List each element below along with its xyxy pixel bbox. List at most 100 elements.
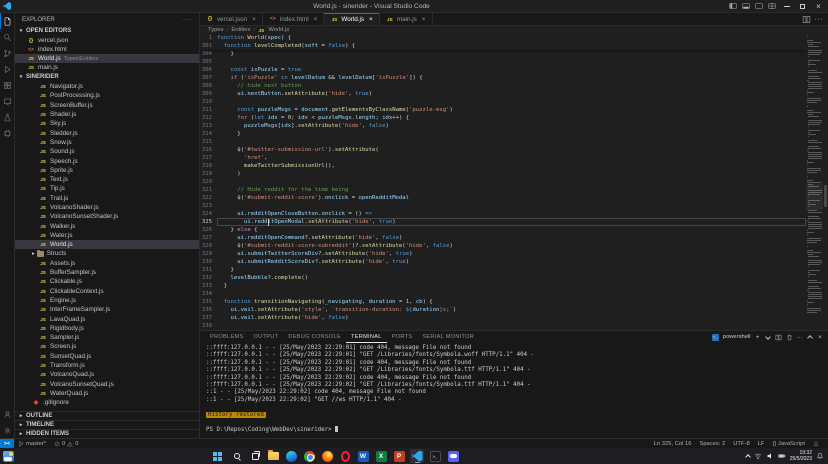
code-line-311[interactable]: 311 const puzzleMsgs = document.getEleme… [200,106,806,114]
sidebar-section-timeline[interactable]: ▸TIMELINE [15,420,199,429]
tree-item-Text.js[interactable]: JSText.js [15,175,199,184]
tree-item-Sprite.js[interactable]: JSSprite.js [15,166,199,175]
tree-item-Walker.js[interactable]: JSWalker.js [15,221,199,230]
tree-item-Sledder.js[interactable]: JSSledder.js [15,128,199,137]
activitybar-testing-icon[interactable] [0,109,14,125]
tree-item-Sampler.js[interactable]: JSSampler.js [15,333,199,342]
activitybar-search-icon[interactable] [0,29,14,45]
taskbar-powerpoint-icon[interactable]: P [392,449,406,463]
tree-item-Snow.js[interactable]: JSSnow.js [15,138,199,147]
sidebar-section-outline[interactable]: ▸OUTLINE [15,411,199,420]
account-icon[interactable] [0,406,14,422]
code-line-332[interactable]: 332 levelBubble?.complete() [200,274,806,282]
tree-item-WaterQuad.js[interactable]: JSWaterQuad.js [15,389,199,398]
tree-item-Shader.js[interactable]: JSShader.js [15,110,199,119]
tree-item-VolcanoShader.js[interactable]: JSVolcanoShader.js [15,203,199,212]
code-line-329[interactable]: 329 ui.submitTwitterScoreDiv?.setAttribu… [200,250,806,258]
taskbar-start-icon[interactable] [212,449,226,463]
sidebar-section-hidden-items[interactable]: ▸HIDDEN ITEMS [15,429,199,438]
code-line-316[interactable]: 316 $('#twitter-submission-url').setAttr… [200,146,806,154]
activitybar-run-debug-icon[interactable] [0,61,14,77]
code-line-334[interactable]: 334 [200,290,806,298]
git-branch-item[interactable]: master* [14,439,50,448]
code-line-306[interactable]: 306 const isPuzzle = true [200,66,806,74]
scrollbar-thumb[interactable] [824,185,827,207]
code-line-335[interactable]: 335 function transitionNavigating(_navig… [200,298,806,306]
tree-item-Speech.js[interactable]: JSSpeech.js [15,156,199,165]
panel-tab-ports[interactable]: PORTS [387,331,418,343]
code-line-322[interactable]: 322 $('#submit-reddit-score').onclick = … [200,194,806,202]
split-editor-icon[interactable] [802,15,811,24]
tree-item-BufferSampler.js[interactable]: JSBufferSampler.js [15,268,199,277]
taskbar-edge-icon[interactable] [284,449,298,463]
close-icon[interactable]: × [369,16,373,23]
gear-icon[interactable] [0,422,14,438]
tree-item-VolcanoQuad.js[interactable]: JSVolcanoQuad.js [15,370,199,379]
taskbar-word-icon[interactable]: W [356,449,370,463]
code-line-314[interactable]: 314 } [200,130,806,138]
tree-item-SunsetQuad.js[interactable]: JSSunsetQuad.js [15,352,199,361]
code-editor[interactable]: 1function World(spec) {301 function leve… [200,34,828,330]
taskbar-chrome-icon[interactable] [302,449,316,463]
taskbar-terminal-icon[interactable]: >_ [428,449,442,463]
tree-item-.gitignore[interactable]: ◆.gitignore [15,398,199,407]
code-line-326[interactable]: 326 } else { [200,226,806,234]
code-line-307[interactable]: 307 if ('isPuzzle' in levelDatum && leve… [200,74,806,82]
code-line-309[interactable]: 309 ui.nextButton.setAttribute('hide', t… [200,90,806,98]
code-line-301[interactable]: 301 function levelCompleted(soft = false… [200,42,806,50]
tree-item-Sound.js[interactable]: JSSound.js [15,147,199,156]
statusbar-cursor-position[interactable]: Ln 325, Col 16 [650,439,696,448]
tree-item-Sky.js[interactable]: JSSky.js [15,119,199,128]
code-line-1[interactable]: 1function World(spec) { [200,34,806,42]
tree-item-Tip.js[interactable]: JSTip.js [15,184,199,193]
tree-item-Assets.js[interactable]: JSAssets.js [15,259,199,268]
taskbar-file-explorer-icon[interactable] [266,449,280,463]
code-line-328[interactable]: 328 $('#submit-reddit-score-subreddit')?… [200,242,806,250]
close-icon[interactable]: × [252,16,256,23]
minimap[interactable] [806,34,823,330]
taskbar-vscode-icon[interactable] [410,449,424,463]
toggle-secondary-sidebar-icon[interactable] [753,0,765,12]
statusbar-eol[interactable]: LF [754,439,769,448]
wifi-icon[interactable] [754,452,762,460]
tree-item-LavaQuad.js[interactable]: JSLavaQuad.js [15,314,199,323]
taskbar-discord-icon[interactable] [446,449,460,463]
code-line-317[interactable]: 317 'href', [200,154,806,162]
open-editors-header[interactable]: ▾ OPEN EDITORS [15,26,199,36]
open-editor-World.js[interactable]: JSWorld.jsTypes\Entities [15,54,199,63]
weather-widget[interactable] [3,451,14,462]
tree-item-Transform.js[interactable]: JSTransform.js [15,361,199,370]
panel-tab-problems[interactable]: PROBLEMS [205,331,249,343]
activitybar-explorer-icon[interactable] [0,13,14,29]
close-button[interactable]: × [811,0,826,13]
tree-item-Trail.js[interactable]: JSTrail.js [15,194,199,203]
taskbar-task-view-icon[interactable] [248,449,262,463]
code-line-338[interactable]: 338 [200,322,806,330]
toggle-panel-icon[interactable] [740,0,752,12]
tree-item-ScreenBuffer.js[interactable]: JSScreenBuffer.js [15,101,199,110]
activitybar-serial-monitor-icon[interactable] [0,125,14,141]
code-line-330[interactable]: 330 ui.submitRedditScoreDiv?.setAttribut… [200,258,806,266]
close-icon[interactable]: × [422,16,426,23]
tab-World.js[interactable]: JSWorld.js× [324,13,379,25]
code-line-323[interactable]: 323 [200,202,806,210]
project-header[interactable]: ▾ SINERIDER [15,72,199,82]
terminal-prompt[interactable]: PS D:\Repos\Coding\WebDev\sinerider> [206,426,828,433]
new-terminal-icon[interactable]: + [755,332,761,342]
panel-tab-output[interactable]: OUTPUT [249,331,284,343]
tree-item-ClickableContext.js[interactable]: JSClickableContext.js [15,287,199,296]
statusbar-indentation[interactable]: Spaces: 2 [695,439,729,448]
editor-more-actions-icon[interactable]: ··· [815,16,824,23]
open-editor-vercel.json[interactable]: {}vercel.json [15,36,199,45]
activitybar-remote-explorer-icon[interactable] [0,93,14,109]
tree-item-Rigidbody.js[interactable]: JSRigidbody.js [15,324,199,333]
code-line-304[interactable]: 304 } [200,50,806,58]
tree-item-VolcanoSunsetQuad.js[interactable]: JSVolcanoSunsetQuad.js [15,380,199,389]
maximize-panel-icon[interactable] [807,332,813,342]
code-line-319[interactable]: 319 ) [200,170,806,178]
code-line-305[interactable]: 305 [200,58,806,66]
breadcrumb-item-Types[interactable]: Types [208,27,223,33]
code-line-312[interactable]: 312 for (let idx = 0; idx < puzzleMsgs.l… [200,114,806,122]
tree-item-Structs[interactable]: ▸Structs [15,249,199,258]
problems-item[interactable]: 0 0 [50,439,82,448]
